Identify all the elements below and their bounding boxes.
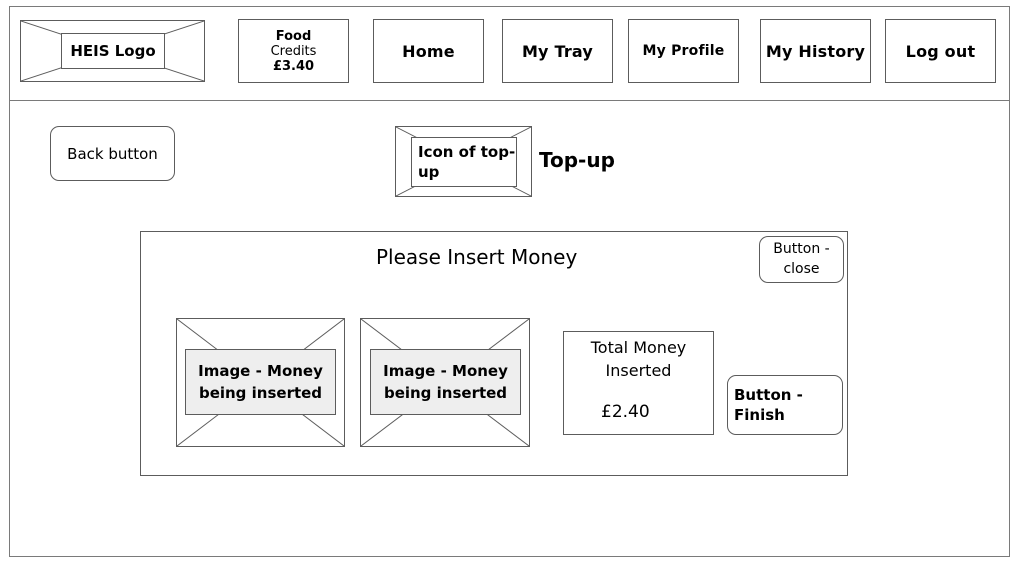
logo-label: HEIS Logo <box>61 33 165 69</box>
money-inserted-image: Image - Money being inserted <box>360 318 530 447</box>
close-button-label: Button - close <box>773 241 830 277</box>
topup-icon-label: Icon of top-up <box>411 137 517 187</box>
nav-home-label: Home <box>402 41 455 61</box>
page-title: Top-up <box>539 148 615 172</box>
heis-logo[interactable]: HEIS Logo <box>20 20 205 82</box>
finish-button-label: Button - Finish <box>734 386 803 424</box>
money-inserted-image: Image - Money being inserted <box>176 318 345 447</box>
money-image-label: Image - Money being inserted <box>370 349 521 415</box>
finish-button[interactable]: Button - Finish <box>727 375 843 435</box>
credits-label-line1: Food <box>275 28 312 44</box>
credits-label-line2: Credits <box>270 43 317 59</box>
back-button[interactable]: Back button <box>50 126 175 181</box>
total-money-amount: £2.40 <box>601 402 650 422</box>
food-credits-badge: Food Credits £3.40 <box>238 19 349 83</box>
nav-my-profile-label: My Profile <box>642 43 725 59</box>
nav-log-out-button[interactable]: Log out <box>885 19 996 83</box>
money-image-label: Image - Money being inserted <box>185 349 336 415</box>
nav-home-button[interactable]: Home <box>373 19 484 83</box>
topup-icon: Icon of top-up <box>395 126 532 197</box>
nav-my-tray-button[interactable]: My Tray <box>502 19 613 83</box>
nav-my-history-label: My History <box>765 41 866 61</box>
back-button-label: Back button <box>67 144 158 163</box>
close-button[interactable]: Button - close <box>759 236 844 283</box>
total-money-label: Total Money Inserted <box>590 338 687 380</box>
nav-my-profile-button[interactable]: My Profile <box>628 19 739 83</box>
panel-title: Please Insert Money <box>376 245 578 269</box>
total-money-box: Total Money Inserted £2.40 <box>563 331 714 435</box>
header-divider <box>9 100 1010 101</box>
nav-my-tray-label: My Tray <box>521 41 594 61</box>
nav-log-out-label: Log out <box>905 41 976 61</box>
credits-amount: £3.40 <box>272 58 315 74</box>
nav-my-history-button[interactable]: My History <box>760 19 871 83</box>
